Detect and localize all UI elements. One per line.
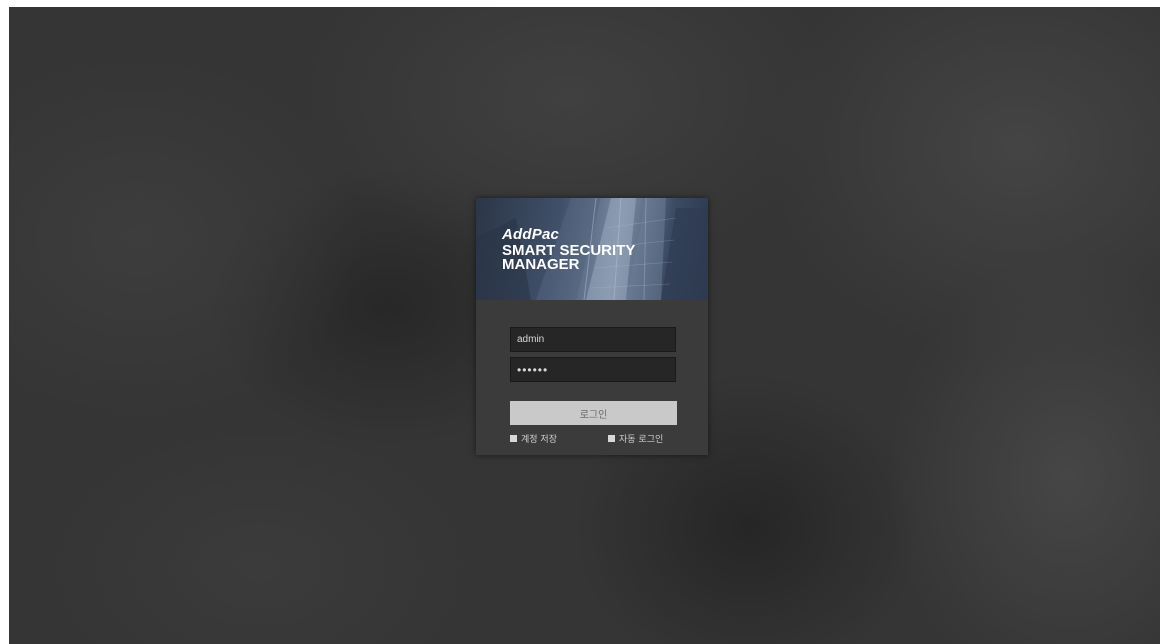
login-card: AddPac SMART SECURITY MANAGER 로그인 계정 저장 … (476, 198, 708, 455)
auto-login-label: 자동 로그인 (619, 434, 664, 445)
save-account-option[interactable]: 계정 저장 (510, 432, 557, 445)
login-button[interactable]: 로그인 (510, 401, 677, 425)
username-input[interactable] (510, 327, 676, 352)
save-account-label: 계정 저장 (521, 434, 557, 445)
product-name-line2: MANAGER (502, 256, 580, 273)
product-name: SMART SECURITY MANAGER (502, 243, 652, 273)
login-page-background: AddPac SMART SECURITY MANAGER 로그인 계정 저장 … (9, 7, 1160, 644)
auto-login-option[interactable]: 자동 로그인 (608, 432, 664, 445)
brand-banner: AddPac SMART SECURITY MANAGER (476, 198, 708, 300)
auto-login-checkbox[interactable] (608, 434, 615, 442)
brand-logo-text: AddPac (502, 226, 560, 243)
password-input[interactable] (510, 357, 676, 382)
save-account-checkbox[interactable] (510, 434, 517, 442)
